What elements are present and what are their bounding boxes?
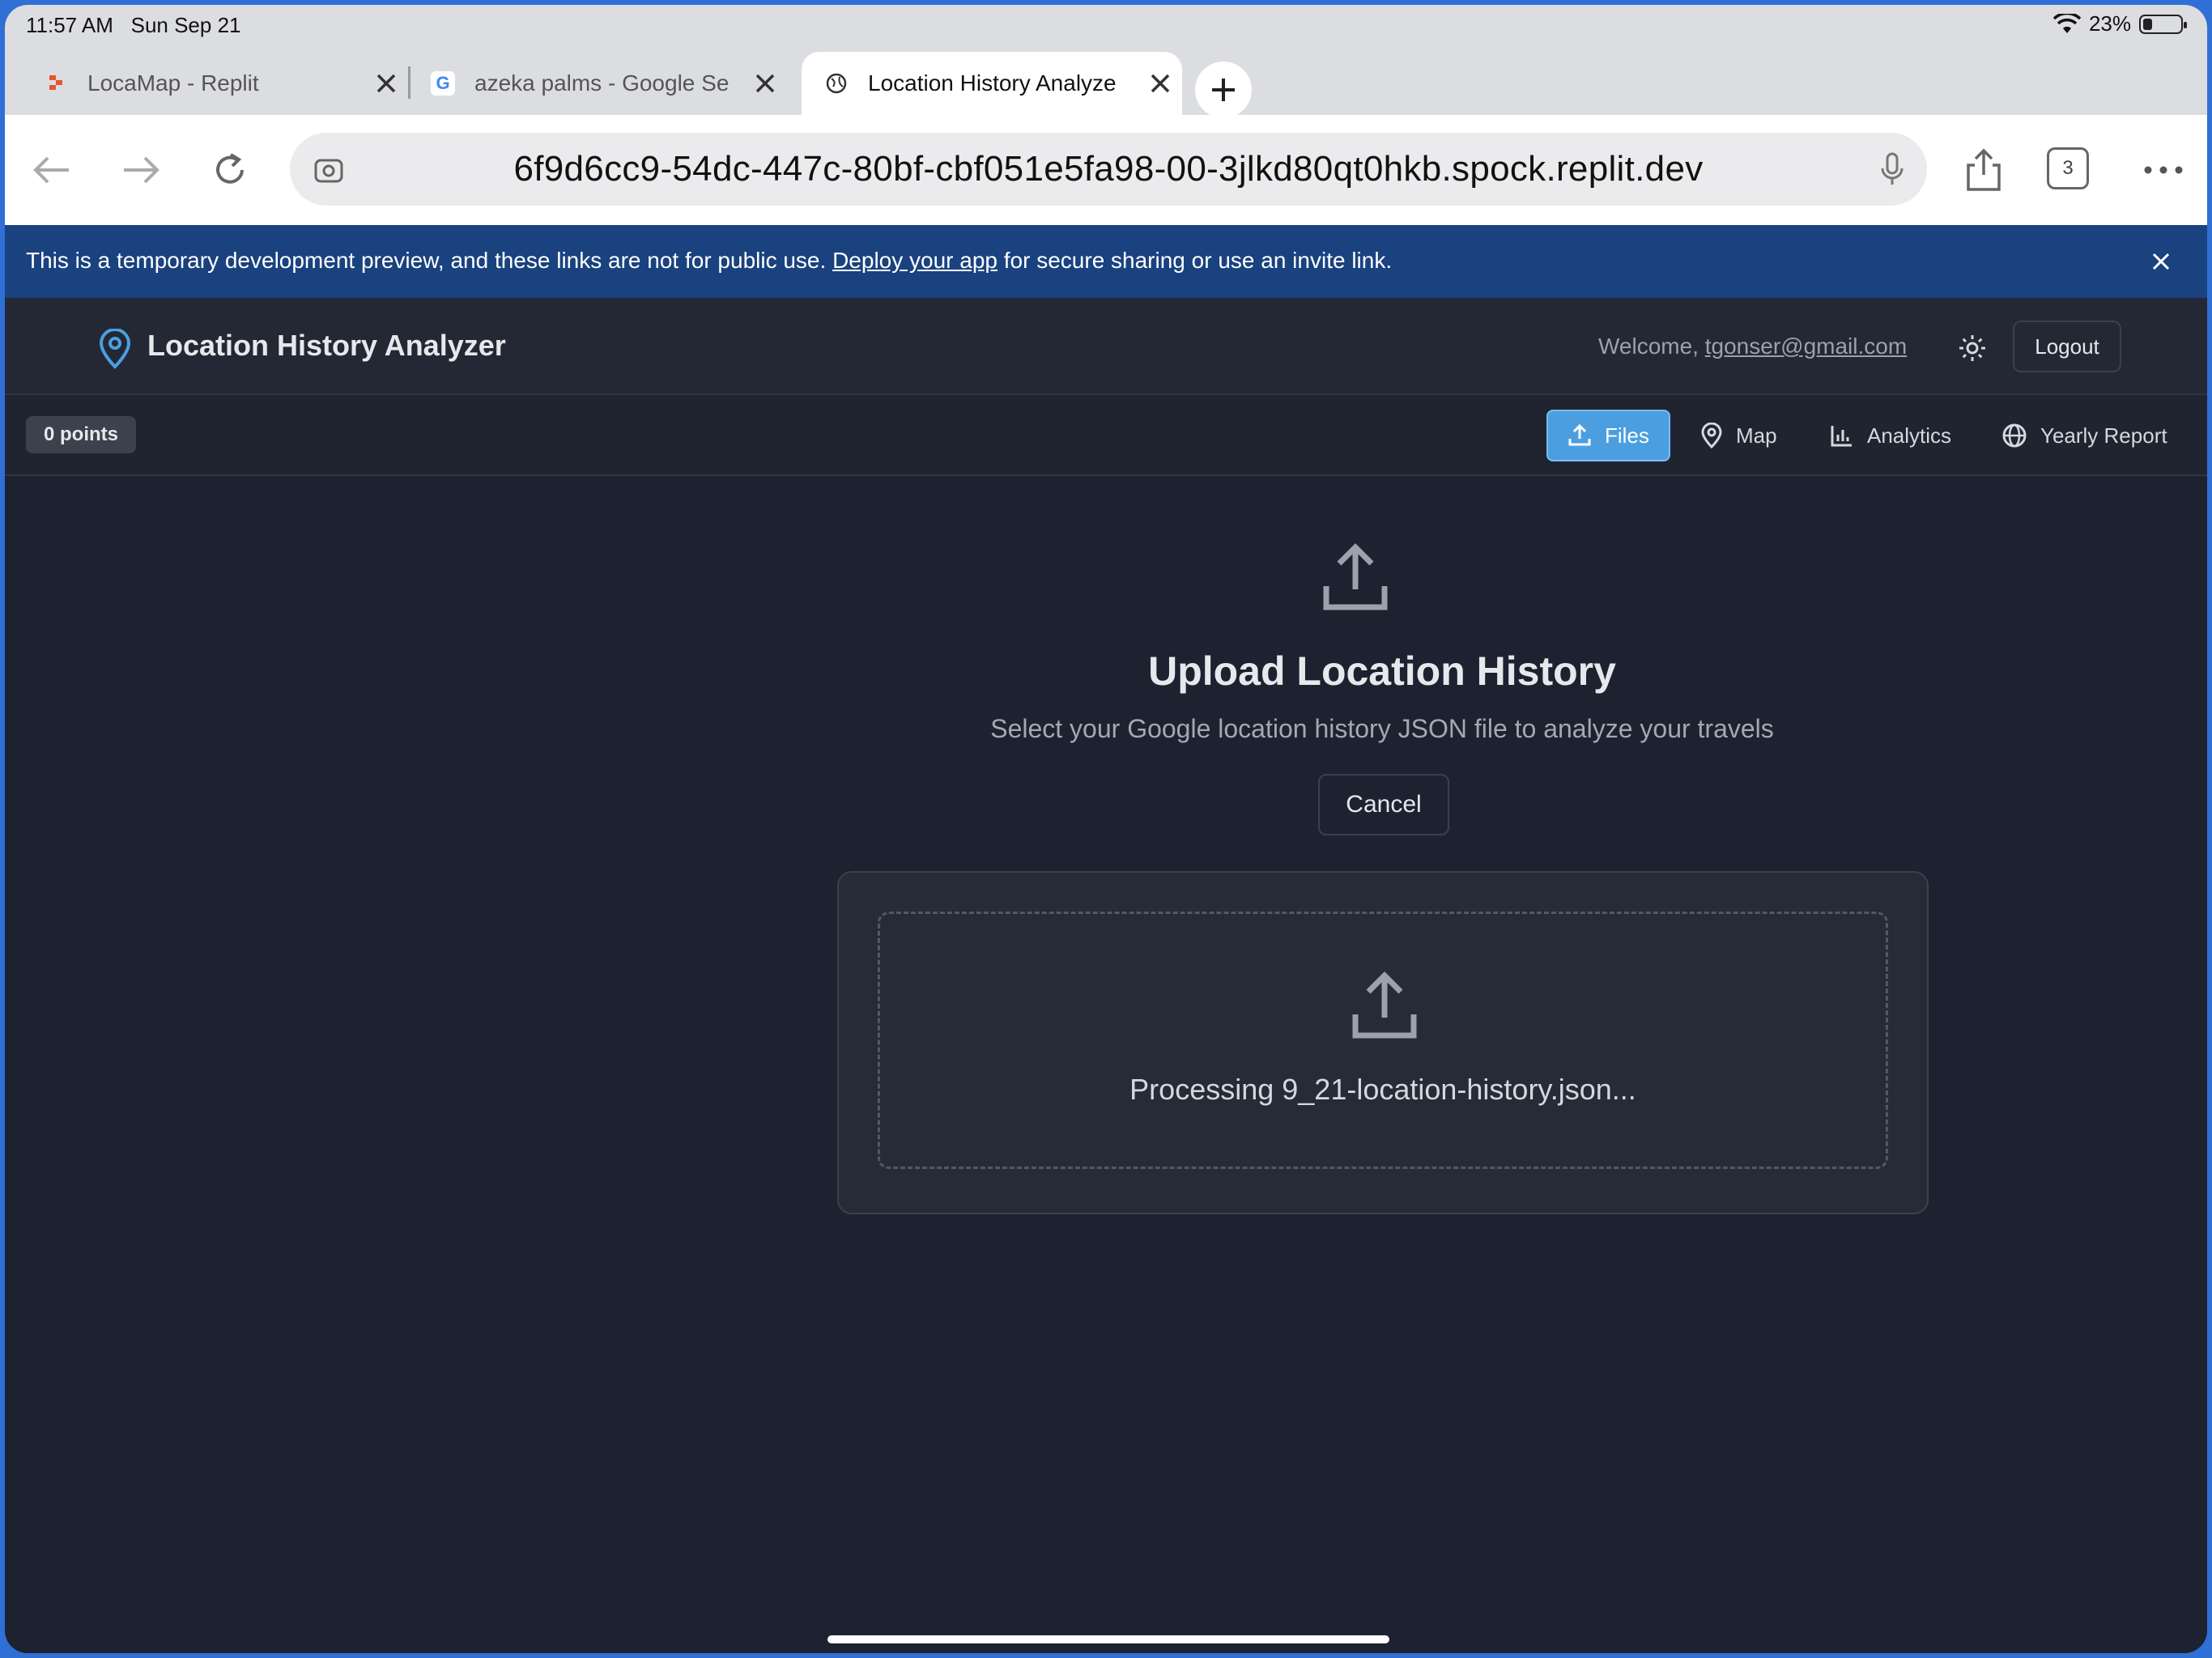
- app-header: Location History Analyzer Welcome, tgons…: [5, 298, 2207, 395]
- nav-row: 0 points Files Map Analytics Yearly Repo…: [5, 395, 2207, 476]
- upload-icon: [1352, 971, 1417, 1039]
- tab-locamap[interactable]: LocaMap - Replit: [44, 52, 408, 115]
- upload-icon: [1568, 423, 1591, 446]
- tab-label: LocaMap - Replit: [87, 70, 259, 96]
- tab-label: Location History Analyze: [868, 70, 1117, 96]
- tab-files[interactable]: Files: [1546, 410, 1670, 461]
- points-badge: 0 points: [26, 416, 137, 453]
- close-icon[interactable]: [750, 68, 781, 99]
- new-tab-button[interactable]: [1195, 62, 1252, 118]
- browser-tab-strip: LocaMap - Replit G azeka palms - Google …: [5, 45, 2207, 118]
- dev-preview-banner: This is a temporary development preview,…: [5, 225, 2207, 298]
- close-icon[interactable]: [1145, 68, 1176, 99]
- banner-message: This is a temporary development preview,…: [26, 248, 1392, 274]
- arrow-left-icon: [33, 156, 69, 184]
- url-text: 6f9d6cc9-54dc-447c-80bf-cbf051e5fa98-00-…: [513, 149, 1704, 189]
- tab-analytics[interactable]: Analytics: [1810, 410, 1971, 461]
- sun-icon[interactable]: [1956, 332, 1989, 364]
- more-button[interactable]: [2138, 144, 2189, 196]
- back-button[interactable]: [26, 144, 78, 196]
- tab-map[interactable]: Map: [1681, 410, 1797, 461]
- tab-google[interactable]: G azeka palms - Google Se: [431, 52, 787, 115]
- bar-chart-icon: [1831, 426, 1852, 447]
- plus-icon: [1212, 79, 1235, 101]
- ipad-screen: 11:57 AM Sun Sep 21 23% LocaMap - Replit…: [5, 5, 2207, 1653]
- globe-icon: [824, 71, 849, 96]
- replit-icon: [44, 71, 68, 96]
- user-email[interactable]: tgonser@gmail.com: [1705, 334, 1907, 359]
- forward-button[interactable]: [115, 144, 167, 196]
- welcome-text: Welcome, tgonser@gmail.com: [1598, 334, 1907, 359]
- close-icon[interactable]: [371, 68, 402, 99]
- map-pin-icon: [1701, 423, 1722, 449]
- tab-map-label: Map: [1736, 423, 1777, 448]
- status-right: 23%: [2052, 11, 2187, 36]
- browser-toolbar: 6f9d6cc9-54dc-447c-80bf-cbf051e5fa98-00-…: [5, 115, 2207, 225]
- address-bar[interactable]: 6f9d6cc9-54dc-447c-80bf-cbf051e5fa98-00-…: [290, 133, 1927, 206]
- deploy-app-link[interactable]: Deploy your app: [832, 248, 998, 273]
- battery-percent: 23%: [2088, 11, 2131, 36]
- welcome-label: Welcome,: [1598, 334, 1705, 359]
- reload-button[interactable]: [204, 144, 256, 196]
- tab-analytics-label: Analytics: [1867, 423, 1952, 448]
- more-icon: [2144, 166, 2183, 174]
- tab-yearly-report[interactable]: Yearly Report: [1982, 410, 2187, 461]
- tab-count-button[interactable]: 3: [2047, 147, 2089, 189]
- upload-subtitle: Select your Google location history JSON…: [990, 714, 1774, 743]
- globe-icon: [2002, 423, 2027, 448]
- tab-divider: [408, 66, 410, 99]
- wifi-icon: [2052, 13, 2081, 33]
- tab-location-history[interactable]: Location History Analyze: [802, 52, 1182, 115]
- file-dropzone[interactable]: Processing 9_21-location-history.json...: [878, 912, 1888, 1169]
- cancel-button[interactable]: Cancel: [1318, 774, 1449, 835]
- reload-icon: [216, 153, 244, 184]
- logout-button[interactable]: Logout: [2013, 321, 2121, 372]
- tab-yearly-label: Yearly Report: [2040, 423, 2167, 448]
- upload-card: Processing 9_21-location-history.json...: [837, 871, 1929, 1214]
- share-icon: [1967, 148, 2001, 191]
- upload-icon: [1323, 543, 1388, 610]
- banner-text-after: for secure sharing or use an invite link…: [997, 248, 1393, 273]
- home-indicator[interactable]: [827, 1635, 1389, 1643]
- close-icon[interactable]: [2147, 248, 2175, 275]
- microphone-icon[interactable]: [1878, 152, 1906, 188]
- google-icon: G: [431, 71, 455, 96]
- arrow-right-icon: [124, 156, 160, 184]
- map-pin-icon: [99, 329, 131, 369]
- processing-status: Processing 9_21-location-history.json...: [1129, 1073, 1636, 1106]
- status-time: 11:57 AM: [26, 13, 113, 37]
- tab-label: azeka palms - Google Se: [474, 70, 730, 96]
- app-title: Location History Analyzer: [147, 329, 506, 362]
- share-button[interactable]: [1958, 144, 2010, 196]
- tab-files-label: Files: [1605, 423, 1649, 448]
- status-time-date: 11:57 AM Sun Sep 21: [26, 13, 241, 38]
- battery-icon: [2139, 14, 2187, 34]
- upload-title: Upload Location History: [1148, 648, 1616, 694]
- banner-text-before: This is a temporary development preview,…: [26, 248, 833, 273]
- status-bar: 11:57 AM Sun Sep 21 23%: [5, 5, 2207, 45]
- status-date: Sun Sep 21: [130, 13, 241, 37]
